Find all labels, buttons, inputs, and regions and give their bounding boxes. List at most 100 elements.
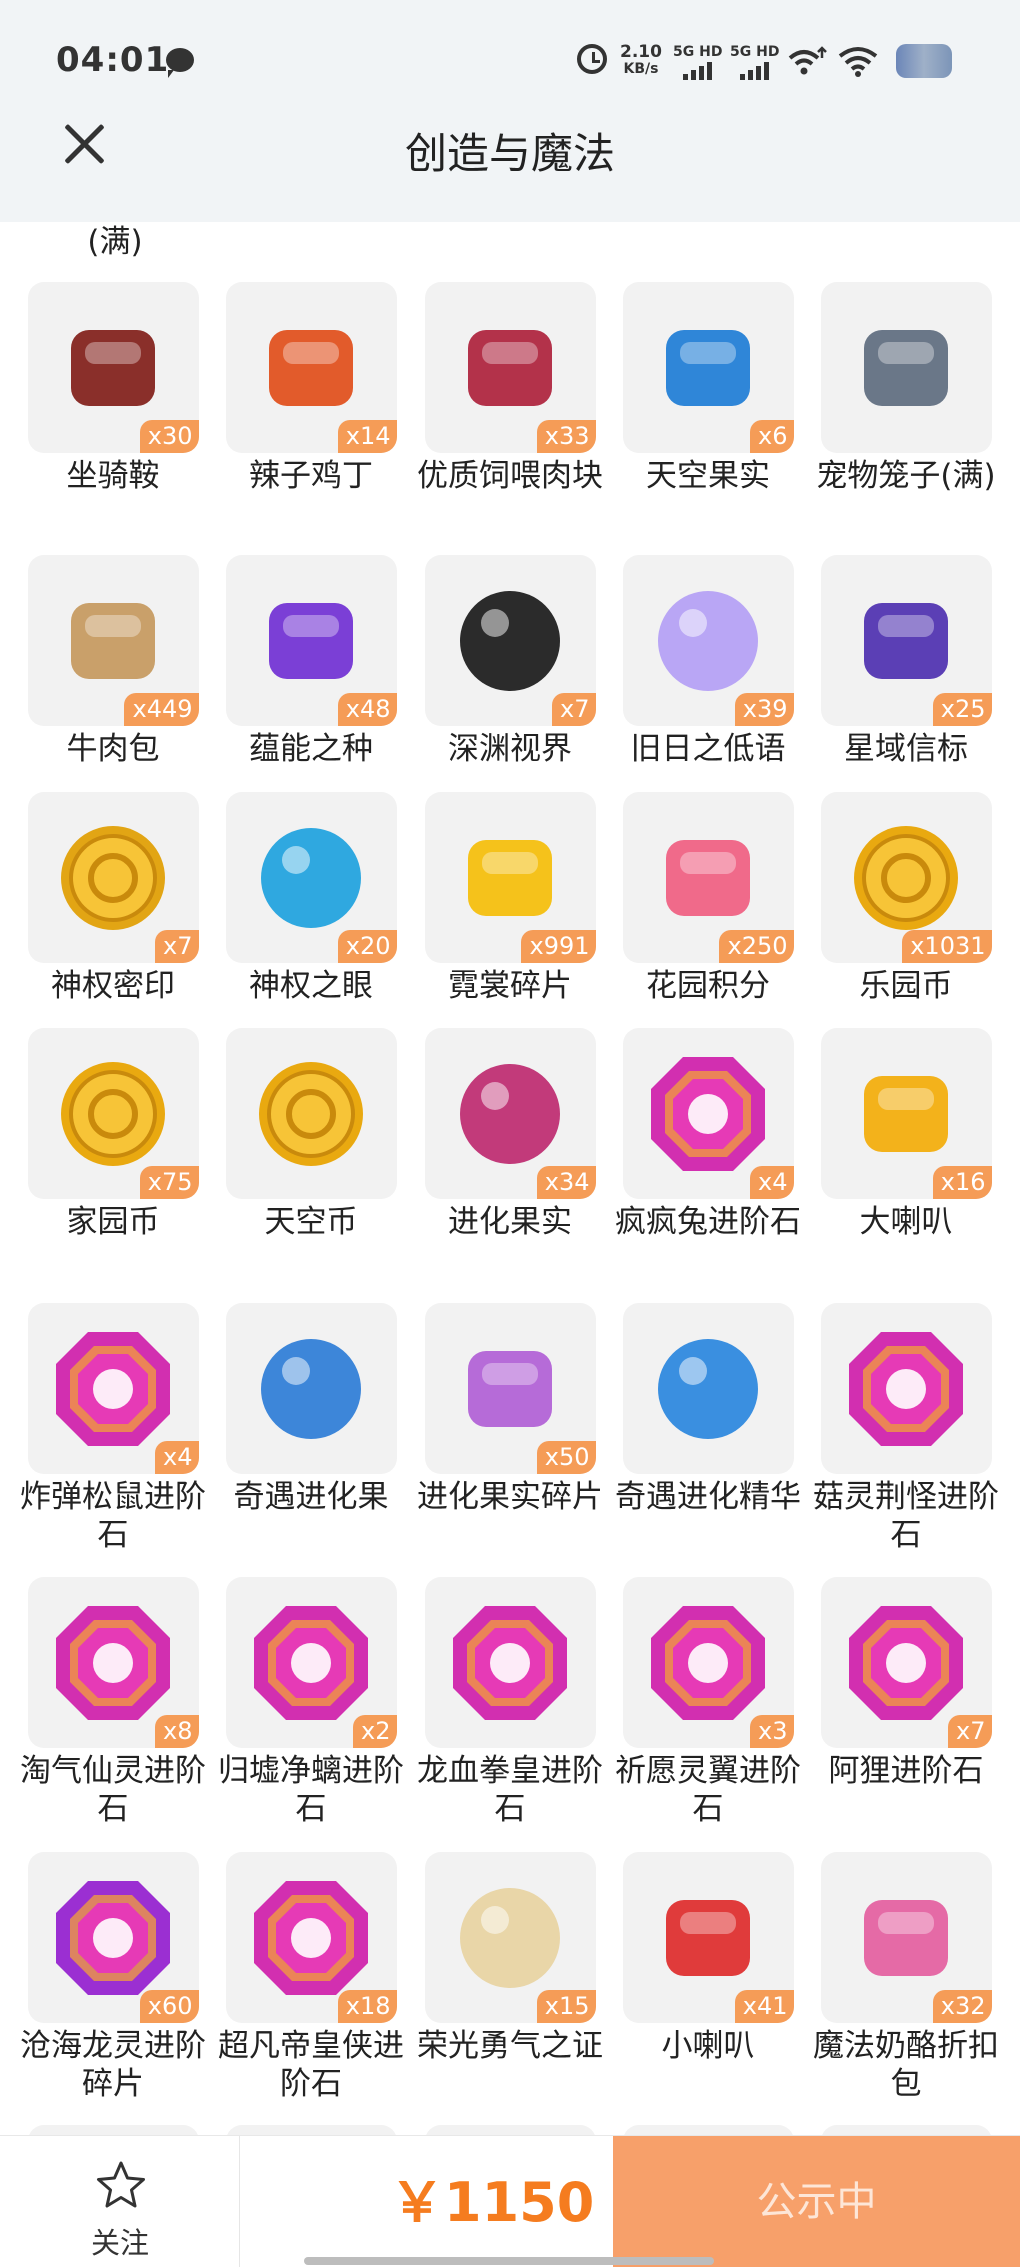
inventory-item[interactable]: x7 神权密印 <box>13 792 213 1005</box>
item-name: 菇灵荆怪进阶石 <box>813 1479 999 1553</box>
item-quantity: x2 <box>353 1715 397 1748</box>
item-name: 优质饲喂肉块 <box>417 458 603 494</box>
inventory-item[interactable]: x32 魔法奶酪折扣包 <box>806 1852 1006 2103</box>
inventory-item[interactable]: x60 沧海龙灵进阶碎片 <box>13 1852 213 2103</box>
item-tile: x20 <box>225 792 397 963</box>
item-tile-partial <box>425 2125 596 2135</box>
item-name: 蕴能之种 <box>249 731 373 767</box>
item-tile: x39 <box>622 555 794 726</box>
inventory-item[interactable]: x1031 乐园币 <box>806 792 1006 1005</box>
inventory-item[interactable]: x16 大喇叭 <box>806 1028 1006 1241</box>
item-name: 奇遇进化果 <box>233 1479 389 1515</box>
item-tile <box>820 1303 992 1474</box>
inventory-item[interactable]: x6 天空果实 <box>608 282 808 495</box>
item-quantity: x7 <box>155 930 199 963</box>
page-title: 创造与魔法 <box>404 129 615 178</box>
item-tile: x16 <box>820 1028 992 1199</box>
inventory-item[interactable]: 菇灵荆怪进阶石 <box>806 1303 1006 1554</box>
item-name: 超凡帝皇侠进阶石 <box>218 2028 404 2102</box>
item-quantity: x39 <box>734 693 794 726</box>
inventory-item[interactable]: x4 疯疯兔进阶石 <box>608 1028 808 1241</box>
status-button[interactable]: 公示中 <box>613 2136 1020 2267</box>
item-quantity: x18 <box>337 1990 397 2023</box>
inventory-item[interactable]: 龙血拳皇进阶石 <box>410 1577 610 1828</box>
item-name: 深渊视界 <box>448 731 572 767</box>
inventory-item[interactable]: x34 进化果实 <box>410 1028 610 1241</box>
home-indicator[interactable] <box>304 2257 714 2265</box>
status-bar: 04:01 2.10 KB/s 5G HD 5G HD <box>0 0 1020 120</box>
item-tile: x7 <box>424 555 596 726</box>
inventory-item[interactable]: x41 小喇叭 <box>608 1852 808 2065</box>
item-name: 疯疯兔进阶石 <box>615 1204 801 1240</box>
inventory-item[interactable]: x18 超凡帝皇侠进阶石 <box>211 1852 411 2103</box>
inventory-item[interactable]: x8 淘气仙灵进阶石 <box>13 1577 213 1828</box>
item-quantity: x25 <box>932 693 992 726</box>
inventory-item[interactable]: x250 花园积分 <box>608 792 808 1005</box>
price: ￥1150 <box>390 2171 595 2234</box>
bottom-bar: 关注 ￥1150 公示中 <box>0 2135 1020 2267</box>
item-name: 家园币 <box>66 1204 160 1240</box>
inventory-item[interactable]: x7 阿狸进阶石 <box>806 1577 1006 1790</box>
inventory-item[interactable]: 奇遇进化精华 <box>608 1303 808 1516</box>
inventory-item[interactable]: x20 神权之眼 <box>211 792 411 1005</box>
item-quantity: x3 <box>750 1715 794 1748</box>
inventory-item[interactable]: x25 星域信标 <box>806 555 1006 768</box>
item-name: 宠物笼子(满) <box>816 458 996 494</box>
network-speed: 2.10 KB/s <box>620 44 662 78</box>
item-quantity: x60 <box>139 1990 199 2023</box>
inventory-item[interactable]: x30 坐骑鞍 <box>13 282 213 495</box>
inventory-item[interactable]: x3 祈愿灵翼进阶石 <box>608 1577 808 1828</box>
item-quantity: x991 <box>521 930 596 963</box>
item-tile: x15 <box>424 1852 596 2023</box>
inventory-item[interactable]: x14 辣子鸡丁 <box>211 282 411 495</box>
item-quantity: x6 <box>750 420 794 453</box>
item-quantity: x34 <box>536 1166 596 1199</box>
item-name: 星域信标 <box>844 731 968 767</box>
item-tile: x75 <box>27 1028 199 1199</box>
inventory-item[interactable]: x39 旧日之低语 <box>608 555 808 768</box>
item-name: 魔法奶酪折扣包 <box>813 2028 999 2102</box>
inventory-item[interactable]: x15 荣光勇气之证 <box>410 1852 610 2065</box>
inventory-item[interactable]: x7 深渊视界 <box>410 555 610 768</box>
follow-button[interactable]: 关注 <box>0 2136 240 2267</box>
item-name: 坐骑鞍 <box>66 458 160 494</box>
item-tile: x449 <box>27 555 199 726</box>
item-quantity: x75 <box>139 1166 199 1199</box>
item-name: 神权之眼 <box>249 968 373 1004</box>
inventory-item[interactable]: x33 优质饲喂肉块 <box>410 282 610 495</box>
item-name: 牛肉包 <box>66 731 160 767</box>
inventory-item[interactable]: x2 归墟净螭进阶石 <box>211 1577 411 1828</box>
item-grid: (满) x30 坐骑鞍 x14 辣子鸡丁 x33 优质饲喂肉块 x6 天空果实 宠物笼子(满) x… <box>0 222 1020 2135</box>
item-quantity: x33 <box>536 420 596 453</box>
alarm-icon <box>577 44 607 74</box>
inventory-item[interactable]: x991 霓裳碎片 <box>410 792 610 1005</box>
item-name: 神权密印 <box>51 968 175 1004</box>
inventory-item[interactable]: 宠物笼子(满) <box>806 282 1006 495</box>
item-tile: x14 <box>225 282 397 453</box>
inventory-item[interactable]: x449 牛肉包 <box>13 555 213 768</box>
inventory-item[interactable]: x4 炸弹松鼠进阶石 <box>13 1303 213 1554</box>
item-tile <box>820 282 992 453</box>
item-tile <box>225 1303 397 1474</box>
inventory-item[interactable]: x48 蕴能之种 <box>211 555 411 768</box>
item-name: 乐园币 <box>859 968 953 1004</box>
item-name: 归墟净螭进阶石 <box>218 1753 404 1827</box>
item-tile: x7 <box>820 1577 992 1748</box>
item-quantity: x8 <box>155 1715 199 1748</box>
item-tile: x34 <box>424 1028 596 1199</box>
sim2-label: 5G HD <box>730 44 780 60</box>
inventory-item[interactable]: x50 进化果实碎片 <box>410 1303 610 1516</box>
item-tile-partial <box>28 2125 199 2135</box>
item-quantity: x1031 <box>902 930 992 963</box>
inventory-item[interactable]: 天空币 <box>211 1028 411 1241</box>
item-tile: x3 <box>622 1577 794 1748</box>
wifi-up-icon <box>788 46 827 75</box>
item-tile <box>622 1303 794 1474</box>
inventory-item[interactable]: 奇遇进化果 <box>211 1303 411 1516</box>
item-quantity: x4 <box>155 1441 199 1474</box>
inventory-item[interactable]: x75 家园币 <box>13 1028 213 1241</box>
item-name: 大喇叭 <box>859 1204 953 1240</box>
item-name: 小喇叭 <box>661 2028 755 2064</box>
item-tile: x991 <box>424 792 596 963</box>
item-name: 沧海龙灵进阶碎片 <box>20 2028 206 2102</box>
